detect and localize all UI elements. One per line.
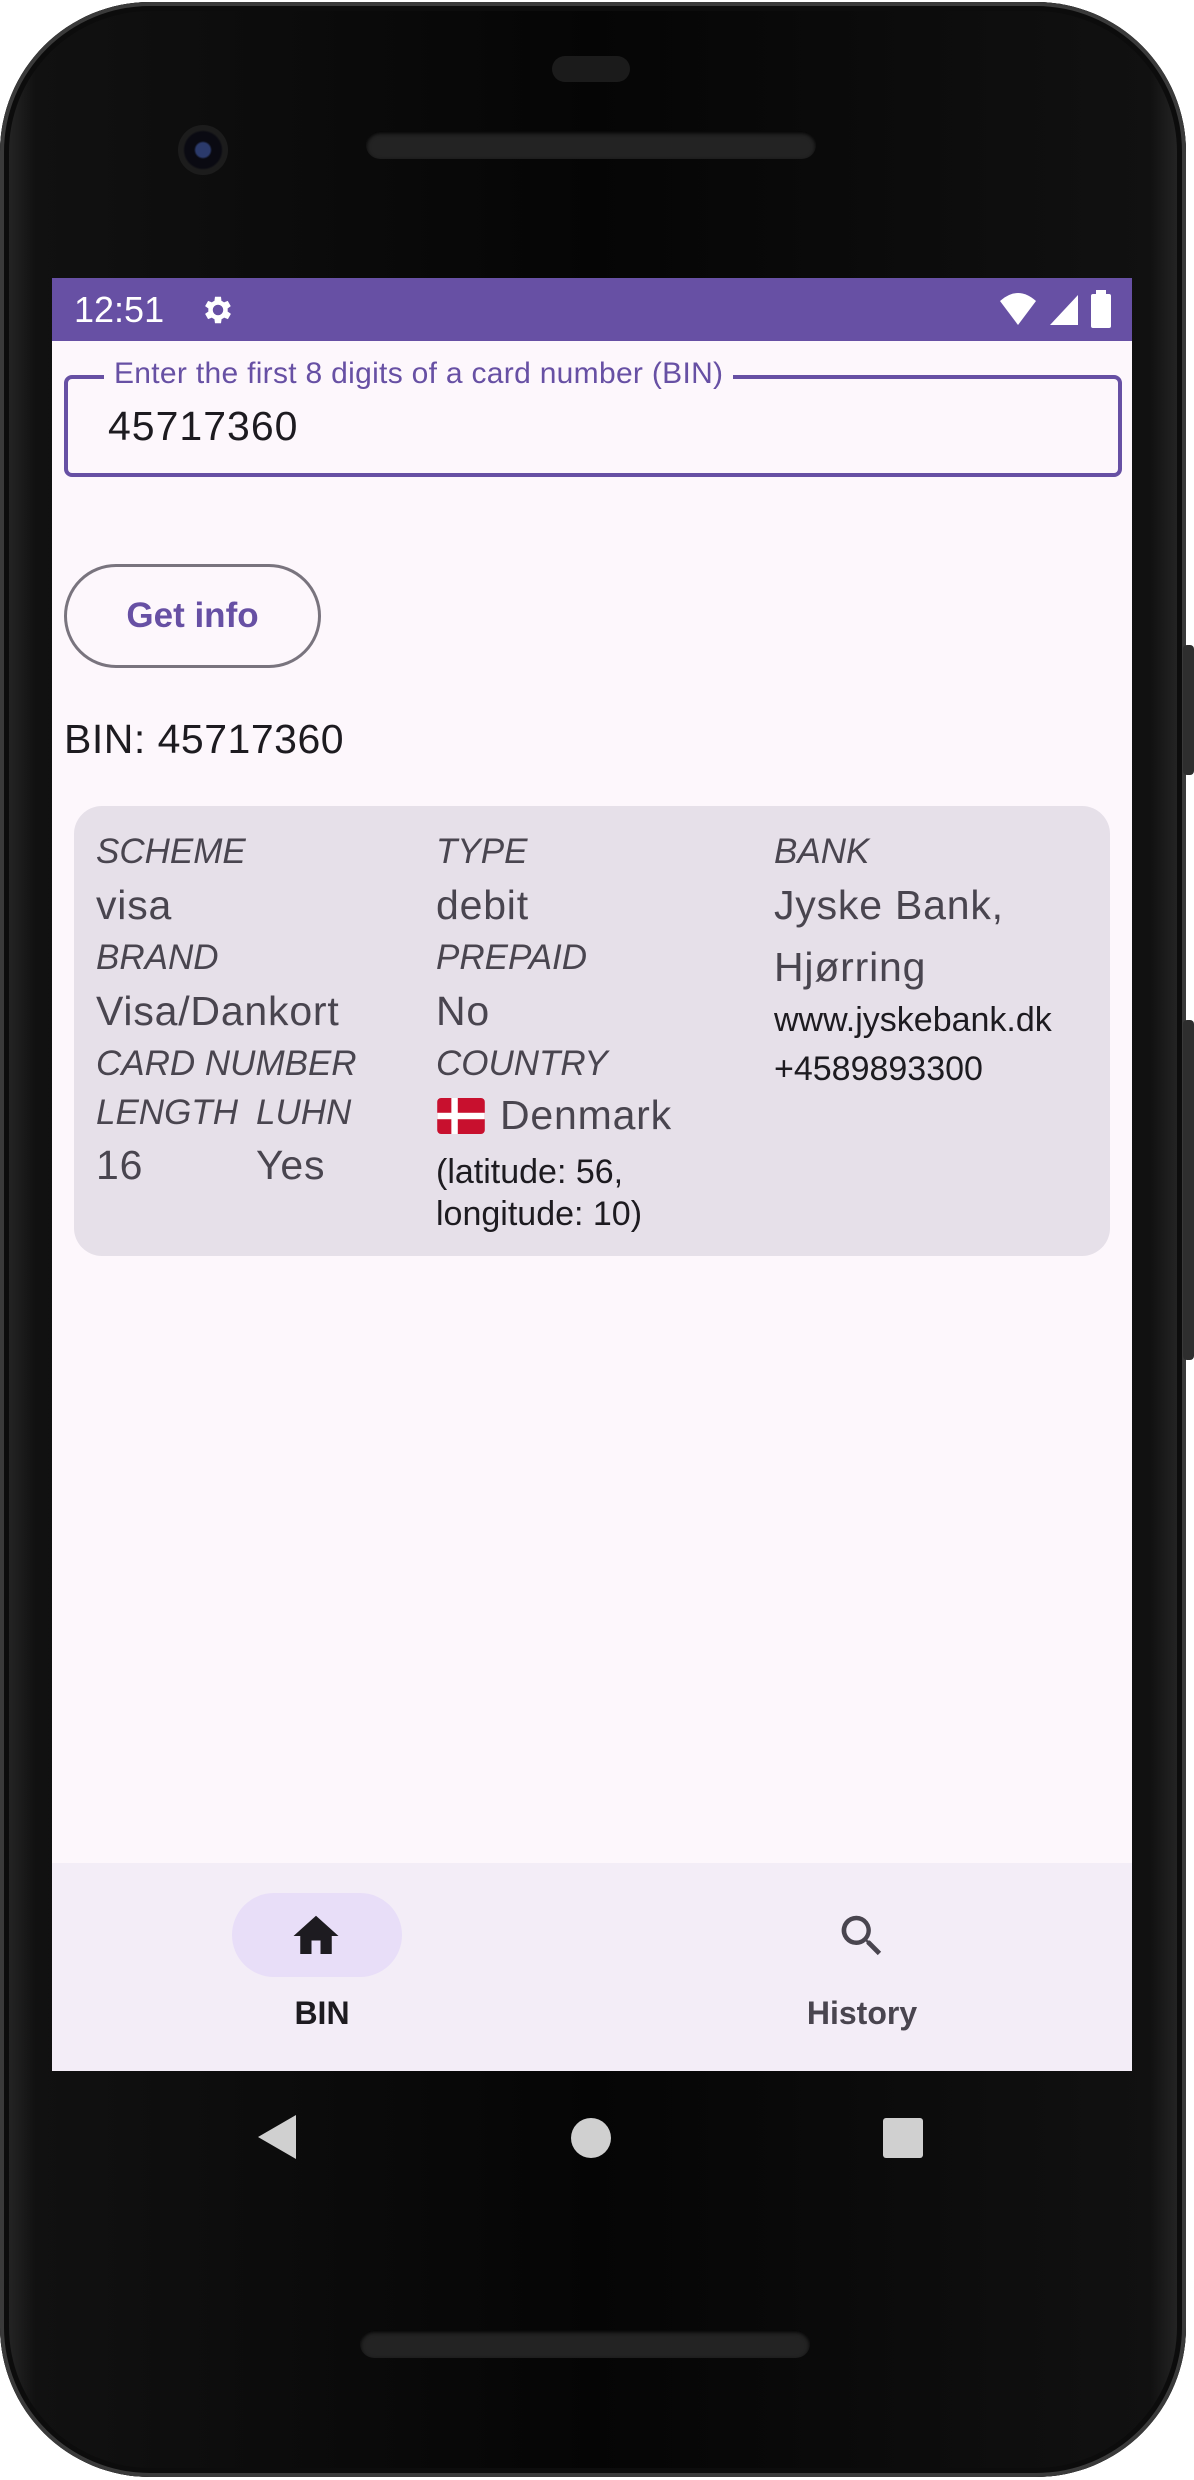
- bank-url-link[interactable]: www.jyskebank.dk: [774, 999, 1052, 1041]
- length-label: LENGTH: [96, 1093, 238, 1132]
- bank-name-line1: Jyske Bank,: [774, 882, 1004, 928]
- nav-label-bin: BIN: [294, 1995, 350, 2031]
- type-value: debit: [436, 882, 529, 928]
- nav-item-bin[interactable]: BIN: [52, 1863, 592, 2071]
- bank-name-line2: Hjørring: [774, 944, 927, 990]
- country-coords-line2: longitude: 10): [436, 1195, 643, 1233]
- phone-frame: 12:51 Enter the first 8 digits of a card…: [0, 0, 1194, 2480]
- status-time: 12:51: [74, 288, 165, 330]
- bank-label: BANK: [774, 832, 870, 871]
- country-row: Denmark: [436, 1092, 672, 1139]
- app-screen: 12:51 Enter the first 8 digits of a card…: [52, 278, 1132, 2071]
- scheme-value: visa: [96, 882, 173, 928]
- brand-value: Visa/Dankort: [96, 988, 340, 1034]
- recents-icon[interactable]: [882, 2117, 924, 2159]
- bin-input-value[interactable]: 45717360: [108, 403, 298, 450]
- status-icons: [998, 290, 1112, 328]
- luhn-label: LUHN: [256, 1093, 352, 1132]
- front-camera: [178, 125, 228, 175]
- country-coords-line1: (latitude: 56,: [436, 1153, 624, 1191]
- power-button: [1183, 1020, 1194, 1360]
- card-number-label: CARD NUMBER: [96, 1044, 357, 1083]
- nav-label-history: History: [806, 1995, 918, 2031]
- volume-button: [1183, 645, 1194, 775]
- bin-input-label: Enter the first 8 digits of a card numbe…: [104, 357, 734, 391]
- type-label: TYPE: [436, 832, 528, 871]
- country-value: Denmark: [500, 1092, 672, 1138]
- bottom-navigation: BIN History: [52, 1863, 1132, 2071]
- prepaid-label: PREPAID: [436, 938, 588, 977]
- search-icon: [841, 1915, 882, 1956]
- brand-label: BRAND: [96, 938, 219, 977]
- bin-result-heading: BIN: 45717360: [64, 716, 345, 762]
- cell-signal-icon: [1050, 295, 1078, 325]
- bank-phone-link[interactable]: +4589893300: [774, 1048, 983, 1090]
- nav-item-history[interactable]: History: [592, 1863, 1132, 2071]
- home-icon: [293, 1915, 339, 1954]
- back-icon[interactable]: [256, 2113, 298, 2161]
- home-circle-icon[interactable]: [570, 2117, 612, 2159]
- country-label: COUNTRY: [436, 1044, 608, 1083]
- get-info-button[interactable]: Get info: [64, 564, 321, 668]
- status-bar: 12:51: [52, 278, 1132, 341]
- earpiece-speaker: [366, 131, 816, 159]
- denmark-flag-icon: [437, 1097, 485, 1134]
- bottom-speaker: [360, 2330, 810, 2358]
- prepaid-value: No: [436, 988, 491, 1034]
- bin-info-card: SCHEME visa BRAND Visa/Dankort CARD NUMB…: [74, 806, 1110, 1256]
- system-navigation-bar: [0, 2071, 1186, 2231]
- settings-icon: [205, 296, 231, 323]
- sensor: [552, 56, 630, 82]
- battery-icon: [1091, 290, 1111, 328]
- scheme-label: SCHEME: [96, 832, 246, 871]
- bin-input-field[interactable]: Enter the first 8 digits of a card numbe…: [64, 357, 1122, 477]
- wifi-icon: [1000, 293, 1036, 325]
- length-value: 16: [96, 1142, 144, 1188]
- luhn-value: Yes: [256, 1142, 326, 1188]
